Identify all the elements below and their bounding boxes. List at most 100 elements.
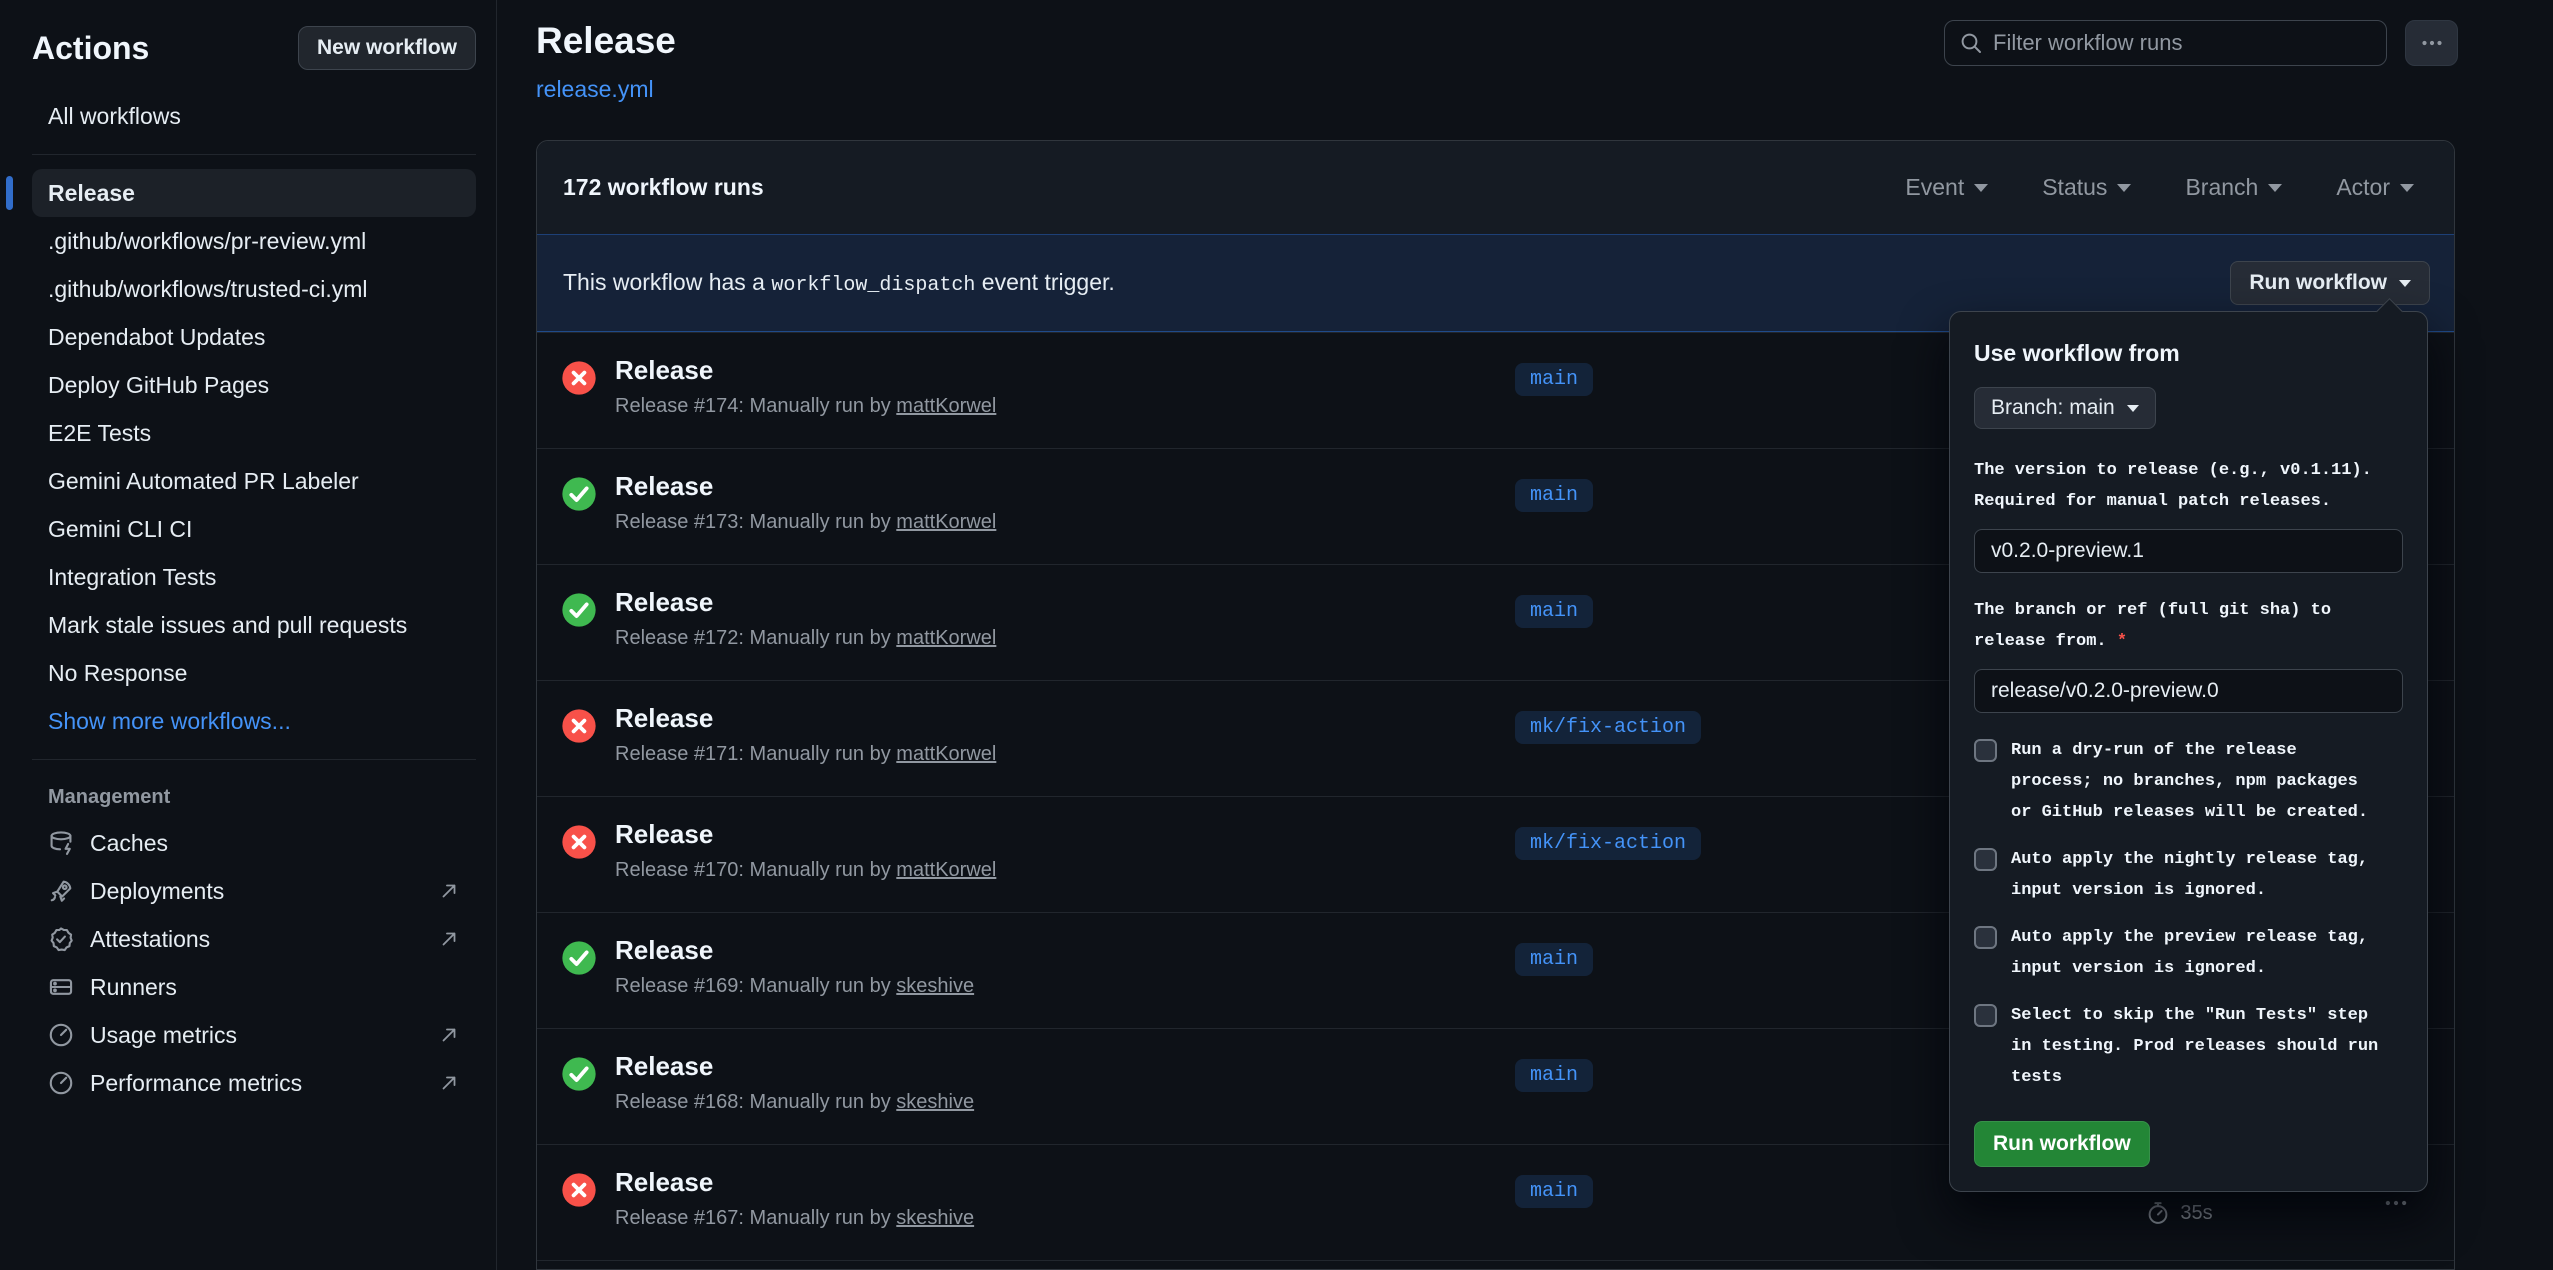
external-link-icon	[438, 1072, 460, 1094]
sidebar-item-release[interactable]: Release	[32, 169, 476, 217]
run-title-link[interactable]: Release	[615, 471, 713, 501]
run-status-icon	[561, 476, 597, 512]
run-status-icon	[561, 360, 597, 396]
external-link-icon	[438, 1024, 460, 1046]
banner-text: This workflow has a workflow_dispatch ev…	[563, 269, 1115, 297]
rocket-icon	[48, 878, 74, 904]
divider	[32, 154, 476, 155]
workflow-options-button[interactable]	[2405, 20, 2458, 66]
skip-tests-checkbox[interactable]	[1974, 1004, 1997, 1027]
nightly-tag-checkbox[interactable]	[1974, 848, 1997, 871]
external-link-icon	[438, 880, 460, 902]
actor-link[interactable]: mattKorwel	[896, 511, 996, 533]
run-title-link[interactable]: Release	[615, 355, 713, 385]
branch-chip[interactable]: main	[1515, 595, 1593, 628]
branch-chip[interactable]: mk/fix-action	[1515, 827, 1701, 860]
actor-link[interactable]: mattKorwel	[896, 743, 996, 765]
run-title-link[interactable]: Release	[615, 587, 713, 617]
sidebar-item-dependabot-updates[interactable]: Dependabot Updates	[32, 313, 476, 361]
sidebar-item-integration-tests[interactable]: Integration Tests	[32, 553, 476, 601]
workflow-nav: Release .github/workflows/pr-review.yml …	[32, 169, 476, 745]
actions-sidebar: Actions New workflow All workflows Relea…	[0, 0, 497, 1270]
x-circle-icon	[561, 360, 597, 396]
actor-link[interactable]: skeshive	[896, 1091, 974, 1113]
sidebar-item-performance-metrics[interactable]: Performance metrics	[32, 1059, 476, 1107]
sidebar-item-runners[interactable]: Runners	[32, 963, 476, 1011]
sidebar-item-gemini-pr-labeler[interactable]: Gemini Automated PR Labeler	[32, 457, 476, 505]
run-title-link[interactable]: Release	[615, 703, 713, 733]
preview-tag-checkbox[interactable]	[1974, 926, 1997, 949]
sidebar-item-pr-review[interactable]: .github/workflows/pr-review.yml	[32, 217, 476, 265]
sidebar-item-deploy-github-pages[interactable]: Deploy GitHub Pages	[32, 361, 476, 409]
actor-link[interactable]: mattKorwel	[896, 395, 996, 417]
sidebar-title: Actions	[32, 30, 149, 67]
run-subtitle: Release #170: Manually run by mattKorwel	[615, 859, 1515, 882]
branch-select-button[interactable]: Branch: main	[1974, 387, 2156, 429]
sidebar-item-all-workflows[interactable]: All workflows	[32, 92, 476, 140]
run-workflow-popover: Use workflow from Branch: main The versi…	[1949, 311, 2428, 1192]
stopwatch-icon	[2146, 1201, 2170, 1225]
run-status-icon	[561, 824, 597, 860]
sidebar-item-trusted-ci[interactable]: .github/workflows/trusted-ci.yml	[32, 265, 476, 313]
filter-branch[interactable]: Branch	[2185, 174, 2282, 201]
run-title-link[interactable]: Release	[615, 819, 713, 849]
filter-event[interactable]: Event	[1905, 174, 1988, 201]
preview-tag-option: Auto apply the preview release tag, inpu…	[1974, 922, 2403, 984]
page-title: Release	[536, 20, 676, 62]
sidebar-item-usage-metrics[interactable]: Usage metrics	[32, 1011, 476, 1059]
gauge-icon	[48, 1022, 74, 1048]
actor-link[interactable]: mattKorwel	[896, 859, 996, 881]
run-title-link[interactable]: Release	[615, 1051, 713, 1081]
workflow-file-link[interactable]: release.yml	[536, 76, 654, 103]
run-status-icon	[561, 592, 597, 628]
sidebar-item-attestations[interactable]: Attestations	[32, 915, 476, 963]
gauge-icon	[48, 1070, 74, 1096]
show-more-workflows-link[interactable]: Show more workflows...	[32, 697, 476, 745]
filter-runs-search[interactable]	[1944, 20, 2387, 66]
chevron-down-icon	[2268, 184, 2282, 192]
ref-input[interactable]	[1974, 669, 2403, 713]
branch-chip[interactable]: mk/fix-action	[1515, 711, 1701, 744]
check-circle-icon	[561, 592, 597, 628]
filter-status[interactable]: Status	[2042, 174, 2131, 201]
x-circle-icon	[561, 708, 597, 744]
version-input[interactable]	[1974, 529, 2403, 573]
filter-actor[interactable]: Actor	[2336, 174, 2414, 201]
sidebar-item-no-response[interactable]: No Response	[32, 649, 476, 697]
branch-chip[interactable]: main	[1515, 1175, 1593, 1208]
sidebar-item-caches[interactable]: Caches	[32, 819, 476, 867]
dry-run-checkbox[interactable]	[1974, 739, 1997, 762]
search-input[interactable]	[1993, 30, 2372, 56]
run-workflow-submit-button[interactable]: Run workflow	[1974, 1121, 2150, 1167]
branch-chip[interactable]: main	[1515, 943, 1593, 976]
new-workflow-button[interactable]: New workflow	[298, 26, 476, 70]
run-status-icon	[561, 708, 597, 744]
sidebar-item-gemini-cli-ci[interactable]: Gemini CLI CI	[32, 505, 476, 553]
sidebar-item-e2e-tests[interactable]: E2E Tests	[32, 409, 476, 457]
partial-run-row	[537, 1260, 2454, 1270]
run-subtitle: Release #174: Manually run by mattKorwel	[615, 395, 1515, 418]
popover-heading: Use workflow from	[1974, 340, 2403, 367]
actor-link[interactable]: skeshive	[896, 975, 974, 997]
run-title-link[interactable]: Release	[615, 935, 713, 965]
kebab-icon	[2383, 1190, 2409, 1216]
actor-link[interactable]: mattKorwel	[896, 627, 996, 649]
verified-icon	[48, 926, 74, 952]
ref-description: The branch or ref (full git sha) to rele…	[1974, 595, 2403, 657]
chevron-down-icon	[1974, 184, 1988, 192]
run-title-link[interactable]: Release	[615, 1167, 713, 1197]
sidebar-item-mark-stale[interactable]: Mark stale issues and pull requests	[32, 601, 476, 649]
run-status-icon	[561, 1056, 597, 1092]
chevron-down-icon	[2117, 184, 2131, 192]
x-circle-icon	[561, 824, 597, 860]
kebab-icon	[2420, 31, 2444, 55]
branch-chip[interactable]: main	[1515, 363, 1593, 396]
sidebar-item-deployments[interactable]: Deployments	[32, 867, 476, 915]
actor-link[interactable]: skeshive	[896, 1207, 974, 1229]
branch-chip[interactable]: main	[1515, 479, 1593, 512]
check-circle-icon	[561, 1056, 597, 1092]
server-icon	[48, 974, 74, 1000]
required-asterisk: *	[2117, 632, 2127, 651]
run-workflow-dropdown-button[interactable]: Run workflow	[2230, 261, 2430, 305]
branch-chip[interactable]: main	[1515, 1059, 1593, 1092]
